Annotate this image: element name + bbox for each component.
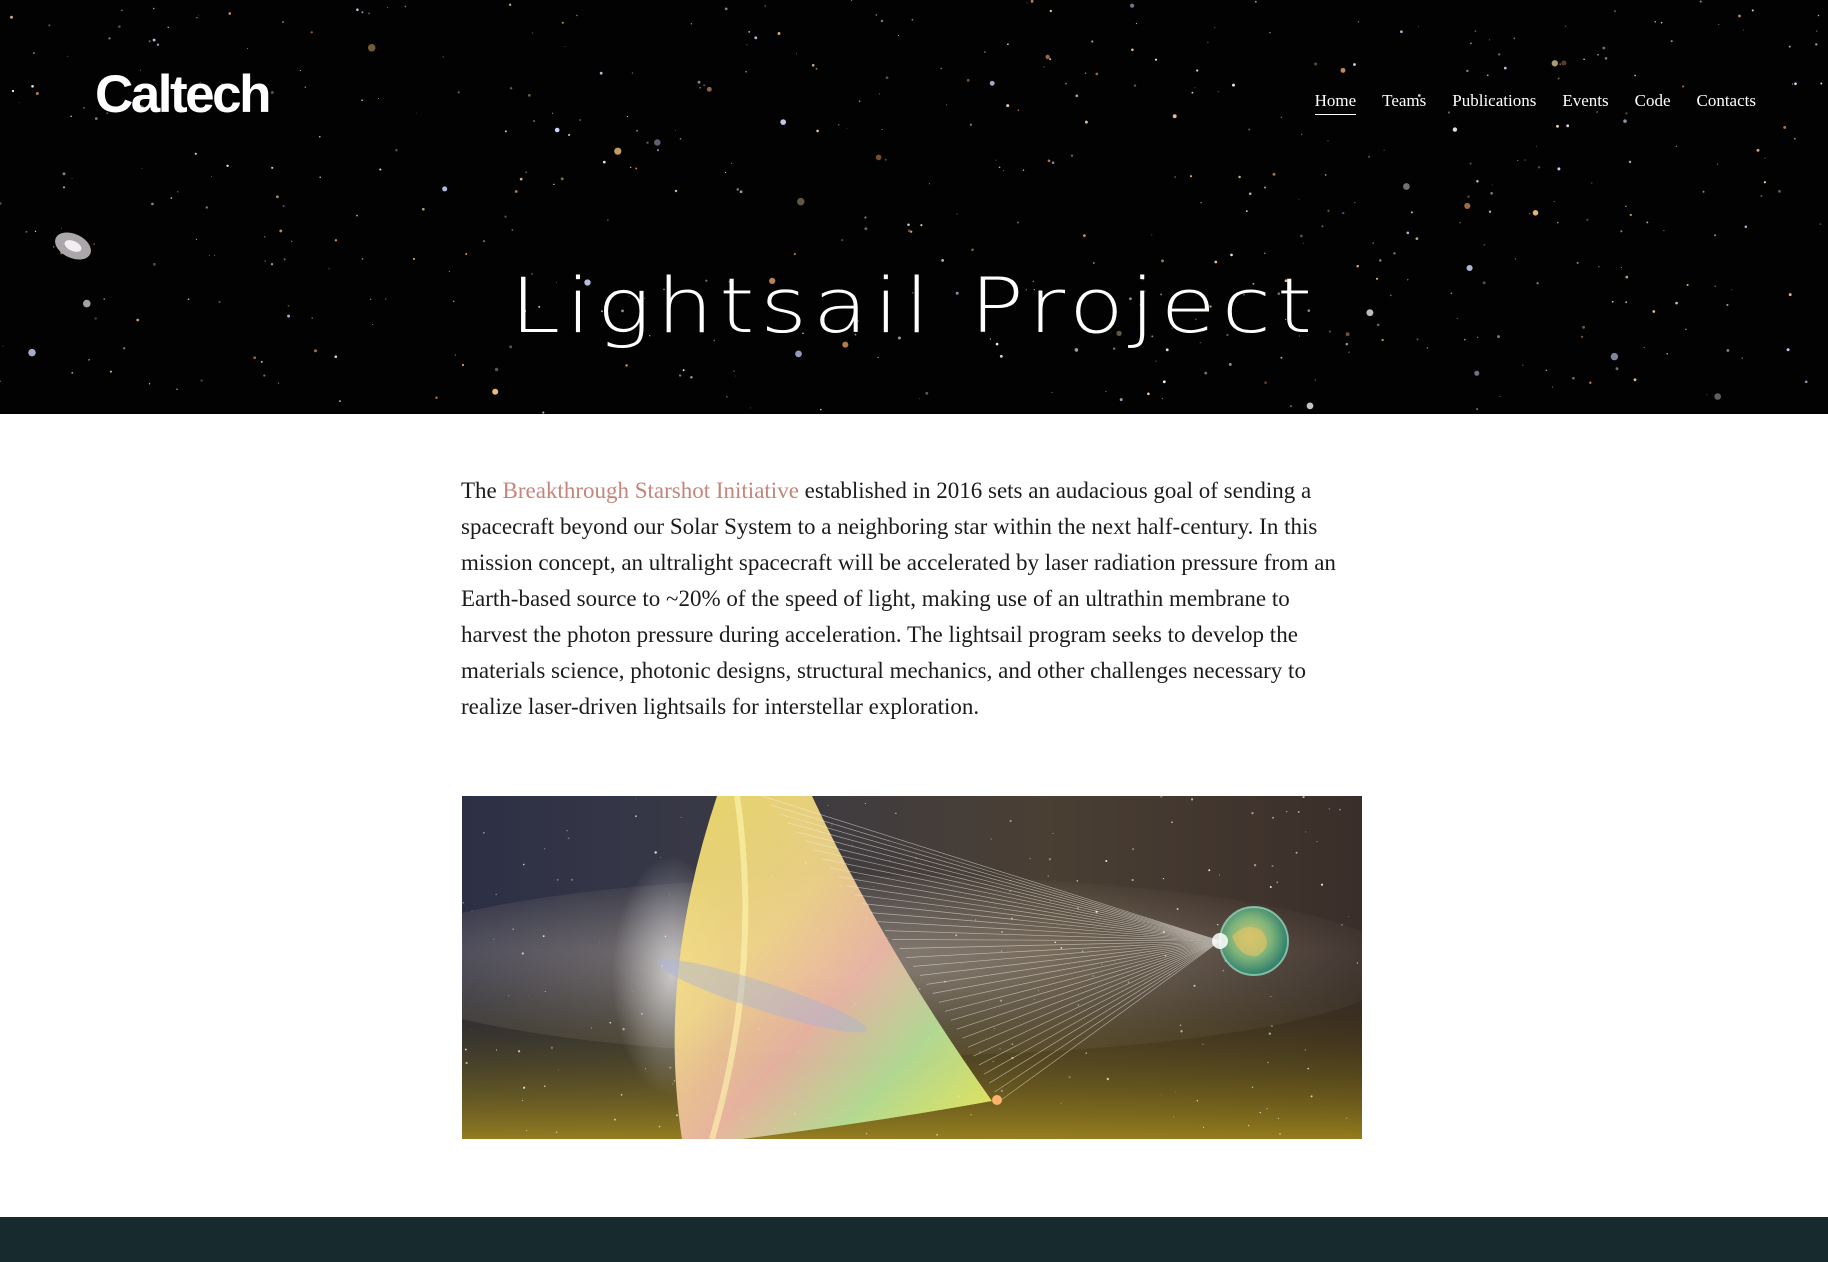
main-nav: Home Teams Publications Events Code Cont… <box>1314 90 1757 115</box>
page-title: Lightsail Project <box>510 261 1318 350</box>
nav-item-code[interactable]: Code <box>1635 90 1671 115</box>
intro-paragraph: The Breakthrough Starshot Initiative est… <box>461 473 1361 725</box>
intro-body-text: established in 2016 sets an audacious go… <box>461 478 1336 719</box>
caltech-logo[interactable]: Caltech <box>95 68 271 121</box>
intro-section: The Breakthrough Starshot Initiative est… <box>461 473 1361 725</box>
site-footer <box>0 1217 1828 1262</box>
starfield-background <box>0 0 1828 414</box>
intro-lead-text: The <box>461 478 503 503</box>
nav-item-events[interactable]: Events <box>1562 90 1608 115</box>
breakthrough-starshot-link[interactable]: Breakthrough Starshot Initiative <box>503 478 799 503</box>
nav-item-contacts[interactable]: Contacts <box>1697 90 1757 115</box>
lightsail-illustration <box>462 796 1362 1139</box>
nav-item-publications[interactable]: Publications <box>1452 90 1536 115</box>
nav-item-home[interactable]: Home <box>1314 90 1357 115</box>
nav-item-teams[interactable]: Teams <box>1382 90 1426 115</box>
lightsail-artwork <box>462 796 1362 1139</box>
hero-banner: Caltech Home Teams Publications Events C… <box>0 0 1828 414</box>
